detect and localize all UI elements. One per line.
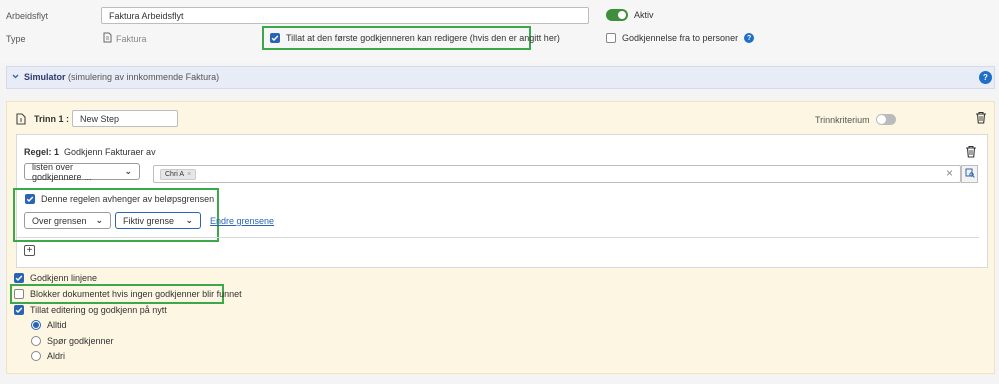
limit-condition-select[interactable]: Over grensen ⌄ <box>24 212 111 229</box>
delete-rule-trash-icon[interactable] <box>965 145 977 158</box>
help-icon[interactable]: ? <box>744 33 755 43</box>
approve-lines-option[interactable]: Godkjenn linjene <box>14 273 97 283</box>
rule-header: Regel: 1 Godkjenn Fakturaer av <box>24 147 156 157</box>
chip-remove-icon[interactable]: × <box>187 171 191 178</box>
limit-select[interactable]: Fiktiv grense ⌄ <box>115 212 201 229</box>
approve-lines-label: Godkjenn linjene <box>30 273 98 283</box>
approver-chip[interactable]: Chri A × <box>160 168 197 180</box>
two-person-approval-label: Godkjennelse fra to personer <box>622 33 739 43</box>
workflow-label: Arbeidsflyt <box>6 11 49 21</box>
type-label: Type <box>6 34 26 44</box>
active-toggle[interactable] <box>606 9 628 21</box>
simulator-help-icon[interactable]: ? <box>979 71 992 84</box>
radio-ask-approver-option[interactable]: Spør godkjenner <box>31 336 114 346</box>
approver-lookup-button[interactable] <box>961 165 978 183</box>
active-label: Aktiv <box>634 10 654 20</box>
two-person-approval-option[interactable]: Godkjennelse fra to personer ? <box>606 33 755 43</box>
two-person-approval-checkbox[interactable] <box>606 33 616 43</box>
step-criteria-toggle[interactable] <box>875 114 896 125</box>
workflow-name-value: Faktura Arbeidsflyt <box>109 10 184 21</box>
radio-ask-approver[interactable] <box>31 336 41 346</box>
radio-never-option[interactable]: Aldri <box>31 351 65 361</box>
allow-edit-reapprove-label: Tillat editering og godkjenn på nytt <box>30 305 167 315</box>
step-document-icon <box>16 113 26 127</box>
step-label: Trinn 1 : <box>34 114 70 124</box>
radio-always[interactable] <box>31 320 41 330</box>
radio-always-option[interactable]: Alltid <box>31 320 67 330</box>
block-document-label: Blokker dokumentet hvis ingen godkjenner… <box>30 289 242 299</box>
search-list-icon <box>965 168 975 180</box>
chevron-down-icon[interactable] <box>12 72 19 82</box>
approver-list-select[interactable]: listen over godkjennere ... ⌄ <box>24 161 140 182</box>
chevron-down-icon: ⌄ <box>124 166 132 176</box>
allow-first-approver-edit-checkbox[interactable] <box>270 33 280 43</box>
step-name-value: New Step <box>80 113 120 124</box>
block-document-checkbox[interactable] <box>14 289 24 299</box>
type-value-text: Faktura <box>116 33 147 44</box>
radio-never-label: Aldri <box>47 351 66 361</box>
rule-title: Regel: 1 <box>24 147 60 157</box>
limit-condition-value: Over grensen <box>32 215 87 226</box>
radio-never[interactable] <box>31 351 41 361</box>
amount-dependent-option[interactable]: Denne regelen avhenger av beløpsgrensen <box>25 194 214 204</box>
clear-input-icon[interactable]: × <box>946 166 953 180</box>
allow-first-approver-edit-option[interactable]: Tillat at den første godkjenneren kan re… <box>270 33 560 43</box>
radio-always-label: Alltid <box>47 320 67 330</box>
limit-value: Fiktiv grense <box>123 215 175 226</box>
step-criteria-label: Trinnkriterium <box>815 114 870 125</box>
active-toggle-group[interactable]: Aktiv <box>606 9 654 21</box>
simulator-subtitle: (simulering av innkommende Faktura) <box>68 72 220 82</box>
radio-ask-approver-label: Spør godkjenner <box>47 336 114 346</box>
step-name-input[interactable]: New Step <box>72 110 178 127</box>
amount-dependent-checkbox[interactable] <box>25 194 35 204</box>
rule-divider <box>16 237 979 238</box>
allow-edit-reapprove-option[interactable]: Tillat editering og godkjenn på nytt <box>14 305 167 315</box>
add-rule-plus-icon[interactable]: + <box>24 245 35 256</box>
approver-chip-label: Chri A <box>165 170 185 178</box>
chevron-down-icon: ⌄ <box>185 215 193 225</box>
type-value: Faktura <box>103 32 147 45</box>
approver-list-value: listen over godkjennere ... <box>32 161 92 182</box>
rule-description: Godkjenn Fakturaer av <box>64 147 156 157</box>
amount-dependent-label: Denne regelen avhenger av beløpsgrensen <box>41 194 215 204</box>
simulator-title: Simulator <box>24 72 66 82</box>
simulator-title-group[interactable]: Simulator (simulering av innkommende Fak… <box>12 72 219 82</box>
document-icon <box>103 32 112 45</box>
step-criteria-group[interactable]: Trinnkriterium <box>815 114 896 125</box>
delete-step-trash-icon[interactable] <box>975 111 987 124</box>
approver-chip-input[interactable]: Chri A × <box>153 165 961 183</box>
chevron-down-icon: ⌄ <box>95 215 103 225</box>
allow-first-approver-edit-label: Tillat at den første godkjenneren kan re… <box>286 33 560 43</box>
workflow-name-input[interactable]: Faktura Arbeidsflyt <box>101 7 589 24</box>
block-document-option[interactable]: Blokker dokumentet hvis ingen godkjenner… <box>14 289 242 299</box>
change-limits-link[interactable]: Endre grensene <box>210 216 274 226</box>
allow-edit-reapprove-checkbox[interactable] <box>14 305 24 315</box>
approve-lines-checkbox[interactable] <box>14 273 24 283</box>
